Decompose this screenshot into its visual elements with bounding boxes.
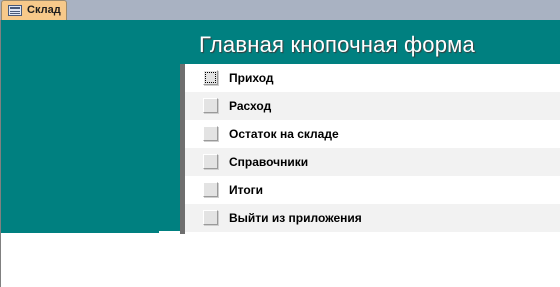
menu-item-button[interactable] bbox=[203, 182, 218, 197]
form-icon bbox=[8, 5, 22, 16]
menu-item-label[interactable]: Приход bbox=[229, 71, 274, 85]
menu-item-button[interactable] bbox=[203, 98, 218, 113]
menu-item-label[interactable]: Остаток на складе bbox=[229, 127, 339, 141]
tab-sklad[interactable]: Склад bbox=[1, 0, 67, 20]
tab-label: Склад bbox=[27, 4, 61, 16]
menu-item-button[interactable] bbox=[203, 210, 218, 225]
menu-item-itogi[interactable]: Итоги bbox=[185, 176, 560, 204]
menu-item-label[interactable]: Расход bbox=[229, 99, 271, 113]
menu-item-label[interactable]: Выйти из приложения bbox=[229, 211, 362, 225]
menu-item-rashod[interactable]: Расход bbox=[185, 92, 560, 120]
menu-item-ostatok[interactable]: Остаток на складе bbox=[185, 120, 560, 148]
form-title: Главная кнопочная форма bbox=[199, 32, 475, 57]
menu-item-label[interactable]: Итоги bbox=[229, 183, 263, 197]
document-tab-strip: Склад bbox=[0, 0, 560, 20]
switchboard-menu: Приход Расход Остаток на складе Справочн… bbox=[180, 64, 560, 234]
menu-item-spravochniki[interactable]: Справочники bbox=[185, 148, 560, 176]
menu-item-button[interactable] bbox=[203, 154, 218, 169]
menu-item-prihod[interactable]: Приход bbox=[185, 64, 560, 92]
menu-item-button[interactable] bbox=[203, 126, 218, 141]
menu-item-button[interactable] bbox=[203, 70, 218, 85]
switchboard-form: Главная кнопочная форма Приход Расход Ос… bbox=[0, 20, 560, 287]
menu-item-label[interactable]: Справочники bbox=[229, 155, 308, 169]
menu-item-exit[interactable]: Выйти из приложения bbox=[185, 204, 560, 232]
